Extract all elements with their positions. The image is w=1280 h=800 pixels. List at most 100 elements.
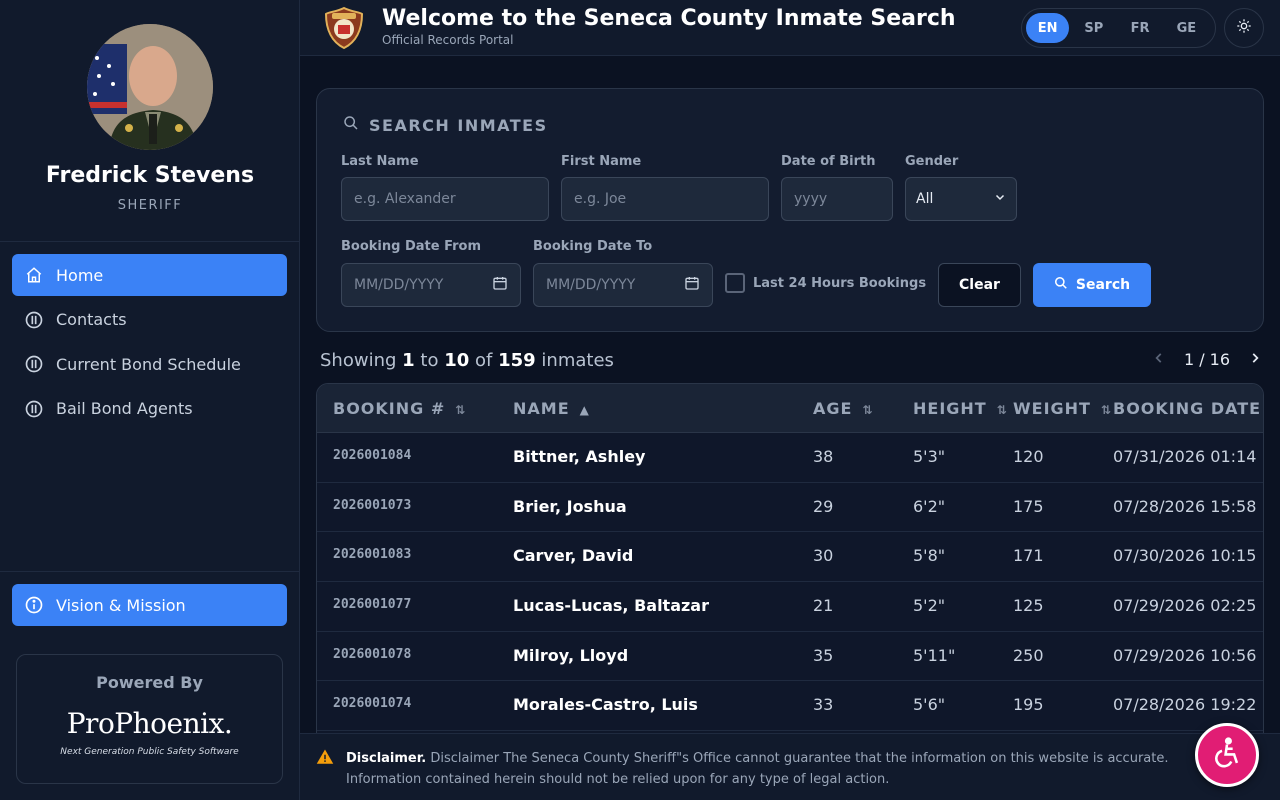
accessibility-button[interactable] [1195, 723, 1259, 787]
sun-icon [1236, 18, 1252, 38]
last-name-label: Last Name [341, 154, 419, 169]
column-weight[interactable]: WEIGHT ⇅ [1013, 399, 1112, 418]
sidebar: Fredrick Stevens SHERIFF Home Contacts C… [0, 0, 300, 800]
table-row[interactable]: 2026001078 Milroy, Lloyd 35 5'11" 250 07… [317, 632, 1263, 682]
booking-date: 07/29/2026 02:25 [1113, 596, 1257, 616]
booking-date: 07/31/2026 01:14 [1113, 447, 1257, 466]
inmate-name[interactable]: Morales-Castro, Luis [513, 695, 698, 714]
booking-from-input[interactable]: MM/DD/YYYY [341, 263, 521, 307]
profile-role: SHERIFF [117, 198, 183, 213]
lang-fr-button[interactable]: FR [1119, 13, 1162, 43]
disclaimer-body: Disclaimer The Seneca County Sheriff"s O… [346, 751, 1169, 787]
sidebar-item-bail-bond-agents[interactable]: Bail Bond Agents [12, 388, 287, 430]
theme-toggle-button[interactable] [1224, 8, 1264, 48]
inmate-height: 5'11" [913, 645, 956, 665]
results-from: 1 [402, 350, 415, 371]
gender-label: Gender [905, 154, 959, 169]
sidebar-divider [0, 241, 299, 242]
booking-to-input[interactable]: MM/DD/YYYY [533, 263, 713, 307]
sidebar-nav: Home Contacts Current Bond Schedule Bail… [12, 254, 287, 432]
column-booking[interactable]: BOOKING # ⇅ [333, 399, 466, 418]
profile-name: Fredrick Stevens [45, 163, 255, 188]
gender-select[interactable]: All [905, 177, 1017, 221]
last-24-hours-label[interactable]: Last 24 Hours Bookings [753, 276, 926, 291]
page-indicator: 1 / 16 [1183, 350, 1231, 369]
inmate-height: 6'2" [913, 496, 946, 516]
search-button[interactable]: Search [1033, 263, 1151, 307]
inmate-name[interactable]: Lucas-Lucas, Baltazar [513, 596, 709, 615]
table-header: BOOKING # ⇅ NAME ▲ AGE ⇅ HEIGHT ⇅ WEIGHT ⇅ BO… [317, 384, 1263, 433]
page-title: Welcome to the Seneca County Inmate Sear… [382, 6, 956, 31]
last-24-hours-row: Last 24 Hours Bookings [725, 273, 926, 293]
column-age[interactable]: AGE ⇅ [813, 399, 874, 418]
disclaimer-text: Disclaimer. Disclaimer The Seneca County… [346, 748, 1226, 790]
table-row[interactable]: 2026001074 Morales-Castro, Luis 33 5'6" … [317, 681, 1263, 732]
chevron-down-icon [994, 191, 1006, 207]
inmate-height: 5'2" [913, 596, 946, 616]
column-weight-label: WEIGHT [1013, 399, 1091, 418]
inmate-weight: 175 [1013, 496, 1044, 516]
lang-ge-button[interactable]: GE [1165, 13, 1208, 43]
search-button-label: Search [1075, 277, 1131, 293]
last-name-input[interactable] [341, 177, 549, 221]
prophoenix-logo: ProPhoenix. [66, 707, 233, 740]
table-row[interactable]: 2026001083 Carver, David 30 5'8" 171 07/… [317, 532, 1263, 583]
booking-number: 2026001074 [333, 696, 412, 712]
disclaimer-label: Disclaimer. [346, 751, 427, 766]
booking-to-placeholder: MM/DD/YYYY [546, 277, 636, 293]
column-name[interactable]: NAME ▲ [513, 399, 590, 418]
calendar-icon[interactable] [492, 275, 508, 295]
calendar-icon[interactable] [684, 275, 700, 295]
sort-icon: ⇅ [1100, 403, 1113, 417]
sidebar-divider [0, 571, 299, 572]
info-icon [24, 310, 44, 330]
last-24-hours-checkbox[interactable] [725, 273, 745, 293]
inmate-age: 33 [813, 695, 834, 715]
first-name-label: First Name [561, 154, 642, 169]
results-suffix: inmates [541, 350, 614, 371]
page-subtitle: Official Records Portal [382, 33, 514, 47]
booking-date: 07/28/2026 19:22 [1113, 695, 1257, 715]
booking-number: 2026001083 [333, 547, 412, 563]
powered-by-box: Powered By ProPhoenix. Next Generation P… [16, 654, 283, 784]
lang-en-button[interactable]: EN [1026, 13, 1070, 43]
chevron-right-icon[interactable] [1248, 350, 1262, 369]
results-to: 10 [444, 350, 470, 371]
sheriff-badge-icon [322, 6, 366, 50]
column-age-label: AGE [813, 399, 853, 418]
search-heading: SEARCH INMATES [343, 115, 548, 135]
sidebar-item-bond-schedule[interactable]: Current Bond Schedule [12, 343, 287, 385]
wheelchair-icon [1210, 736, 1244, 774]
inmate-name[interactable]: Brier, Joshua [513, 497, 627, 516]
inmate-weight: 171 [1013, 546, 1044, 566]
inmate-name[interactable]: Bittner, Ashley [513, 447, 645, 466]
table-row[interactable]: 2026001073 Brier, Joshua 29 6'2" 175 07/… [317, 483, 1263, 533]
booking-number: 2026001084 [333, 448, 412, 463]
column-height[interactable]: HEIGHT ⇅ [913, 399, 1008, 418]
first-name-input[interactable] [561, 177, 769, 221]
sort-icon: ⇅ [996, 403, 1008, 417]
column-booking-date[interactable]: BOOKING DATE [1113, 399, 1261, 418]
vision-mission-label: Vision & Mission [56, 595, 186, 615]
chevron-left-icon[interactable] [1152, 350, 1166, 369]
powered-by-label: Powered By [96, 673, 203, 692]
inmate-name[interactable]: Milroy, Lloyd [513, 646, 628, 665]
booking-to-label: Booking Date To [533, 239, 653, 254]
vision-mission-button[interactable]: Vision & Mission [12, 584, 287, 626]
clear-button[interactable]: Clear [938, 263, 1021, 307]
table-row[interactable]: 2026001084 Bittner, Ashley 38 5'3" 120 0… [317, 433, 1263, 483]
booking-date: 07/30/2026 10:15 [1113, 546, 1257, 566]
table-row[interactable]: 2026001077 Lucas-Lucas, Baltazar 21 5'2"… [317, 582, 1263, 632]
sort-icon: ⇅ [455, 403, 467, 417]
home-icon [24, 265, 44, 285]
inmate-age: 38 [813, 447, 834, 466]
info-icon [24, 399, 44, 419]
dob-input[interactable] [781, 177, 893, 221]
lang-sp-button[interactable]: SP [1072, 13, 1115, 43]
sidebar-item-home[interactable]: Home [12, 254, 287, 296]
booking-date: 07/29/2026 10:56 [1113, 645, 1257, 665]
inmate-name[interactable]: Carver, David [513, 546, 633, 565]
prophoenix-tagline: Next Generation Public Safety Software [60, 747, 239, 757]
sidebar-item-contacts[interactable]: Contacts [12, 299, 287, 341]
inmate-weight: 195 [1013, 695, 1044, 715]
